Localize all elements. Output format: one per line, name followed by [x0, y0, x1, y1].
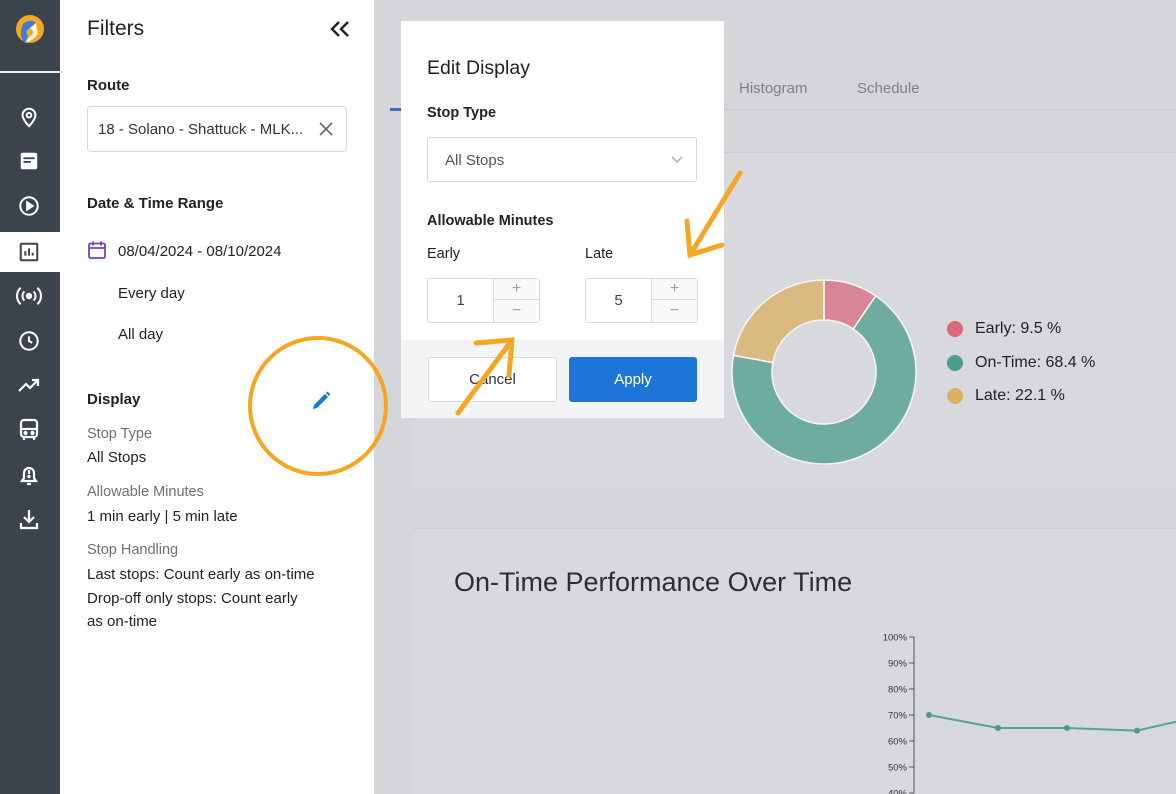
y-tick-label: 40% [888, 789, 908, 794]
tab-schedule[interactable]: Schedule [857, 80, 920, 97]
icon-rail [0, 0, 60, 794]
legend-item-on-time: On-Time: 68.4 % [947, 354, 1095, 372]
apply-button[interactable]: Apply [569, 357, 697, 402]
rail-divider [0, 71, 60, 73]
collapse-panel-icon[interactable] [328, 18, 352, 40]
late-decrement-button[interactable]: − [652, 301, 697, 322]
late-label: Late [585, 246, 614, 262]
calendar-icon [87, 240, 107, 260]
chevron-down-icon [670, 152, 684, 166]
stop-handling-line: Last stops: Count early as on-time [87, 566, 315, 583]
stop-handling-label: Stop Handling [87, 542, 179, 558]
tab-histogram[interactable]: Histogram [739, 80, 807, 97]
stop-type-selected: All Stops [445, 152, 505, 169]
filters-panel: Filters Route 18 - Solano - Shattuck - M… [60, 0, 374, 794]
trend-icon[interactable] [15, 371, 43, 399]
route-select[interactable]: 18 - Solano - Shattuck - MLK... [87, 106, 347, 152]
donut-chart [731, 279, 917, 465]
early-decrement-button[interactable]: − [494, 301, 539, 322]
stop-handling-line: Drop-off only stops: Count early [87, 590, 298, 607]
donut-slice-late[interactable] [732, 279, 825, 364]
late-value[interactable]: 5 [586, 279, 652, 322]
legend-label: Late: 22.1 % [975, 387, 1065, 404]
allowable-minutes-value: 1 min early | 5 min late [87, 508, 238, 525]
data-point[interactable] [1134, 727, 1140, 734]
y-tick-label: 90% [888, 659, 908, 670]
cancel-button[interactable]: Cancel [428, 357, 557, 402]
display-label: Display [87, 391, 141, 408]
notes-icon[interactable] [15, 147, 43, 175]
data-point[interactable] [926, 712, 932, 718]
late-increment-button[interactable]: + [652, 279, 697, 300]
map-pin-icon[interactable] [15, 103, 43, 131]
line-chart: 100%90%80%70%60%50%40%ntage of stops [883, 633, 1176, 794]
late-stepper[interactable]: 5 + − [585, 278, 698, 323]
data-point[interactable] [1064, 725, 1070, 731]
stop-type-value: All Stops [87, 449, 147, 466]
legend-label: On-Time: 68.4 % [975, 354, 1096, 371]
modal-title: Edit Display [427, 57, 530, 79]
early-increment-button[interactable]: + [494, 279, 539, 300]
date-range-value[interactable]: 08/04/2024 - 08/10/2024 [118, 243, 281, 260]
edit-display-modal: Edit Display Stop Type All Stops Allowab… [401, 21, 724, 418]
logo-icon [14, 14, 46, 48]
stop-type-label: Stop Type [427, 105, 497, 121]
stop-type-label: Stop Type [87, 426, 153, 442]
filters-title: Filters [87, 17, 145, 40]
download-icon[interactable] [15, 505, 43, 533]
early-value[interactable]: 1 [428, 279, 494, 322]
hours-value[interactable]: All day [118, 326, 163, 343]
clock-icon[interactable] [15, 327, 43, 355]
early-label: Early [427, 246, 461, 262]
early-stepper[interactable]: 1 + − [427, 278, 540, 323]
broadcast-icon[interactable] [15, 282, 43, 310]
clear-icon[interactable] [318, 121, 334, 137]
allowable-minutes-label: Allowable Minutes [87, 484, 204, 500]
route-value: 18 - Solano - Shattuck - MLK... [98, 121, 304, 138]
play-icon[interactable] [15, 192, 43, 220]
legend-label: Early: 9.5 % [975, 320, 1062, 337]
performance-line [928, 714, 1176, 732]
legend-item-late: Late: 22.1 % [947, 387, 1065, 405]
data-point[interactable] [995, 725, 1001, 731]
alert-bell-icon[interactable] [15, 461, 43, 489]
stop-type-select[interactable]: All Stops [427, 137, 697, 182]
y-tick-label: 70% [888, 711, 908, 722]
reports-icon[interactable] [0, 232, 60, 272]
days-value[interactable]: Every day [118, 285, 185, 302]
y-tick-label: 80% [888, 685, 908, 696]
edit-pencil-icon[interactable] [309, 389, 333, 413]
legend-dot [947, 388, 963, 404]
stop-handling-line: as on-time [87, 613, 158, 630]
y-tick-label: 60% [888, 737, 908, 748]
date-time-label: Date & Time Range [87, 195, 224, 212]
line-chart-title: On-Time Performance Over Time [454, 567, 853, 597]
route-label: Route [87, 77, 130, 94]
y-tick-label: 50% [888, 763, 908, 774]
legend-dot [947, 321, 963, 337]
allowable-minutes-label: Allowable Minutes [427, 213, 554, 229]
y-tick-label: 100% [883, 633, 908, 644]
legend-item-early: Early: 9.5 % [947, 320, 1061, 338]
legend-dot [947, 355, 963, 371]
bus-icon[interactable] [15, 416, 43, 444]
